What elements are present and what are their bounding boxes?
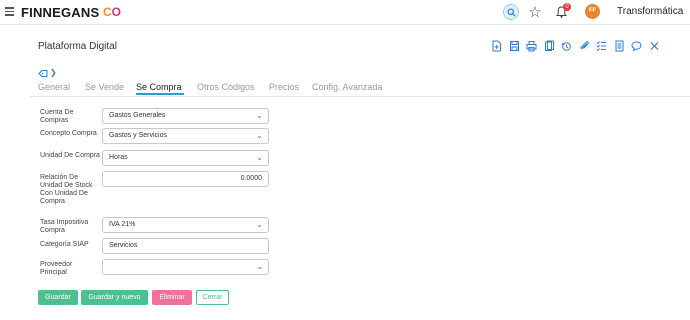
document-icon[interactable] [611, 38, 629, 54]
tab-precios[interactable]: Precios [269, 82, 299, 92]
unidad-compra-select[interactable]: Horas ⌄ [102, 150, 269, 166]
categoria-siap-input[interactable]: Servicios [102, 238, 269, 254]
chevron-down-icon[interactable]: ⌄ [256, 129, 263, 143]
comment-icon[interactable] [628, 38, 646, 54]
action-toolbar [488, 38, 663, 54]
chevron-down-icon[interactable]: ⌄ [256, 109, 263, 123]
close-button[interactable]: Cerrar [196, 290, 229, 305]
history-icon[interactable] [558, 38, 576, 54]
brand-co-logo: CO [103, 5, 122, 19]
categoria-siap-label: Categoría SIAP [40, 241, 89, 248]
notification-badge: 0 [563, 3, 571, 11]
top-bar: FINNEGANS CO ☆ 0 FF Transformática [0, 0, 690, 25]
tab-se-vende[interactable]: Se Vende [85, 82, 124, 92]
save-and-new-button[interactable]: Guardar y nuevo [81, 290, 148, 305]
chevron-down-icon[interactable]: ⌄ [256, 260, 263, 274]
print-icon[interactable] [523, 38, 541, 54]
unidad-compra-value: Horas [109, 154, 128, 161]
star-icon[interactable]: ☆ [527, 4, 543, 21]
new-document-icon[interactable] [488, 38, 506, 54]
delete-button[interactable]: Eliminar [152, 290, 192, 305]
tag-icon[interactable] [38, 69, 48, 80]
relacion-unidad-input[interactable]: 0.0000 [102, 171, 269, 187]
tasa-impositiva-value: IVA 21% [109, 221, 136, 228]
relacion-unidad-label: Relación De Unidad De Stock Con Unidad D… [40, 174, 93, 205]
tasa-impositiva-label: Tasa Impositiva Compra [40, 219, 89, 234]
tasa-impositiva-select[interactable]: IVA 21% ⌄ [102, 217, 269, 233]
concepto-compra-value: Gastos y Servicios [109, 132, 167, 139]
copy-icon[interactable] [541, 38, 559, 54]
company-name[interactable]: Transformática [617, 6, 683, 17]
chevron-down-icon[interactable]: ⌄ [256, 218, 263, 232]
proveedor-principal-select[interactable]: ⌄ [102, 259, 269, 275]
page-title: Plataforma Digital [38, 41, 117, 52]
cuenta-compras-label: Cuenta De Compras [40, 109, 74, 124]
divider [30, 96, 690, 97]
save-icon[interactable] [506, 38, 524, 54]
unidad-compra-label: Unidad De Compra [40, 152, 100, 159]
close-icon[interactable] [646, 38, 664, 54]
avatar[interactable]: FF [585, 4, 600, 19]
search-icon[interactable] [503, 4, 519, 20]
tab-se-compra[interactable]: Se Compra [136, 82, 182, 92]
cuenta-compras-select[interactable]: Gastos Generales ⌄ [102, 108, 269, 124]
proveedor-principal-label: Proveedor Principal [40, 261, 73, 276]
tab-otros-codigos[interactable]: Otros Códigos [197, 82, 255, 92]
attachment-icon[interactable] [576, 38, 594, 54]
chevron-down-icon[interactable]: ⌄ [256, 151, 263, 165]
cuenta-compras-value: Gastos Generales [109, 112, 166, 119]
save-button[interactable]: Guardar [38, 290, 78, 305]
menu-icon[interactable] [5, 7, 14, 16]
tab-general[interactable]: General [38, 82, 70, 92]
checklist-icon[interactable] [593, 38, 611, 54]
chevron-right-icon[interactable]: ❯ [50, 68, 57, 77]
active-tab-indicator [136, 93, 184, 95]
concepto-compra-select[interactable]: Gastos y Servicios ⌄ [102, 128, 269, 144]
concepto-compra-label: Concepto Compra [40, 130, 97, 137]
tab-config-avanzada[interactable]: Config. Avanzada [312, 82, 382, 92]
brand-logo[interactable]: FINNEGANS [21, 5, 99, 20]
